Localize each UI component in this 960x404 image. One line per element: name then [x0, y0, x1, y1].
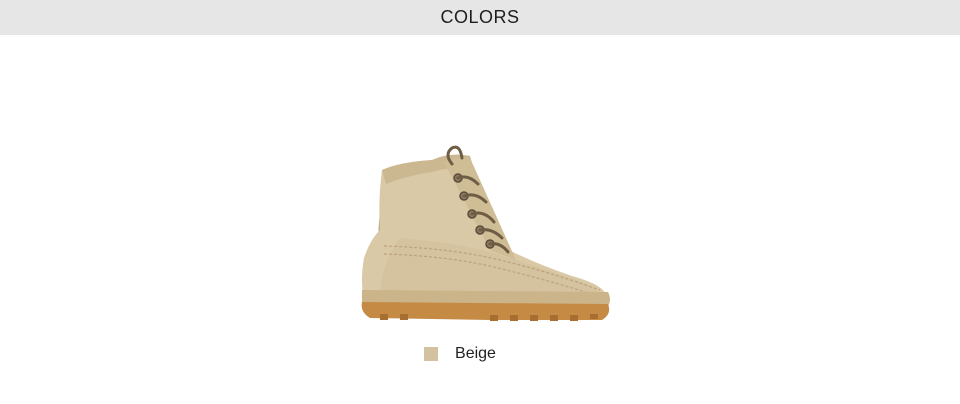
color-option-list: Beige: [0, 343, 960, 365]
section-title: COLORS: [440, 7, 520, 27]
section-header: COLORS: [0, 0, 960, 35]
color-name-label: Beige: [455, 345, 496, 362]
beige-boot-image: [361, 145, 610, 321]
colors-section: COLORS Beige: [0, 0, 960, 404]
beige-color-swatch[interactable]: [424, 347, 439, 361]
